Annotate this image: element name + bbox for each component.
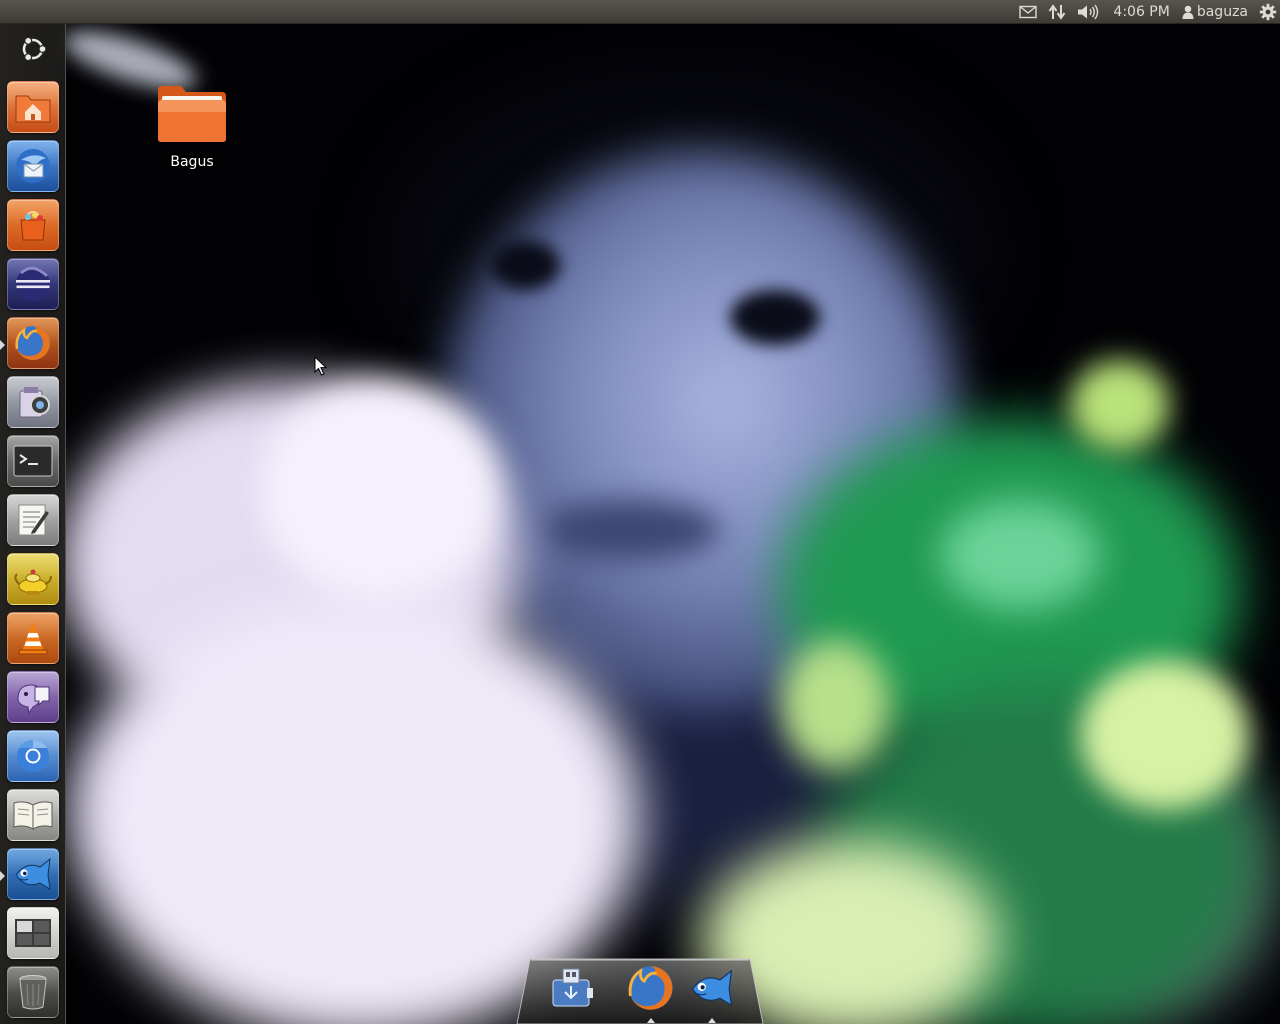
vlc-cone-icon — [18, 622, 48, 655]
launcher-home-folder[interactable] — [7, 81, 59, 133]
launcher-cheese-webcam[interactable] — [7, 376, 59, 428]
software-center-icon — [20, 210, 46, 241]
workspaces-icon — [15, 919, 51, 947]
running-indicator — [0, 340, 5, 350]
launcher-thunderbird[interactable] — [7, 140, 59, 192]
launcher-terminal[interactable] — [7, 435, 59, 487]
launcher — [0, 24, 66, 1024]
fish-icon — [15, 857, 51, 890]
dock-item-firefox[interactable] — [627, 964, 675, 1012]
fish-icon — [691, 969, 733, 1007]
launcher-vlc[interactable] — [7, 612, 59, 664]
firefox-icon — [15, 326, 50, 360]
usb-drive-icon — [552, 968, 593, 1007]
indicator-area: 4:06 PM baguza — [1014, 0, 1280, 24]
trash-icon — [19, 975, 47, 1010]
launcher-firefox[interactable] — [7, 317, 59, 369]
running-indicator — [647, 1018, 655, 1023]
launcher-eclipse[interactable] — [7, 258, 59, 310]
desktop-folder-bagus[interactable]: Bagus — [150, 84, 234, 170]
running-indicator — [0, 871, 5, 881]
desktop-icon-label: Bagus — [170, 154, 214, 170]
launcher-ebook-reader[interactable] — [7, 789, 59, 841]
launcher-emesene[interactable] — [7, 848, 59, 900]
launcher-workspace-switcher[interactable] — [7, 907, 59, 959]
dock-item-emesene[interactable] — [688, 964, 736, 1012]
text-editor-icon — [18, 504, 49, 536]
dock-item-save-device[interactable] — [548, 964, 596, 1012]
home-folder-icon — [15, 95, 51, 123]
chromium-icon — [17, 739, 49, 772]
launcher-pidgin[interactable] — [7, 671, 59, 723]
launcher-chromium[interactable] — [7, 730, 59, 782]
book-icon — [13, 801, 53, 830]
eclipse-icon — [16, 266, 50, 301]
top-panel: 4:06 PM baguza — [0, 0, 1280, 24]
terminal-icon — [13, 445, 53, 477]
user-menu[interactable]: baguza — [1178, 0, 1254, 24]
firefox-icon — [628, 966, 673, 1010]
folder-icon — [158, 86, 226, 142]
user-name: baguza — [1196, 4, 1248, 20]
network-icon[interactable] — [1042, 0, 1072, 24]
mail-icon[interactable] — [1014, 0, 1042, 24]
clock[interactable]: 4:06 PM — [1104, 0, 1177, 24]
webcam-icon — [19, 387, 50, 418]
user-icon — [1182, 5, 1194, 19]
launcher-software-center[interactable] — [7, 199, 59, 251]
thunderbird-icon — [16, 149, 50, 183]
volume-icon[interactable] — [1072, 0, 1104, 24]
launcher-text-editor[interactable] — [7, 494, 59, 546]
running-indicator — [708, 1018, 716, 1023]
launcher-trash[interactable] — [7, 966, 59, 1018]
gear-icon[interactable] — [1254, 0, 1280, 24]
mouse-cursor — [314, 355, 328, 380]
ubuntu-dash-button[interactable] — [7, 27, 59, 71]
dock — [516, 958, 764, 1024]
genie-lamp-icon — [14, 569, 52, 595]
launcher-tea-genie[interactable] — [7, 553, 59, 605]
ubuntu-logo-icon — [22, 36, 47, 62]
pidgin-icon — [17, 684, 50, 715]
